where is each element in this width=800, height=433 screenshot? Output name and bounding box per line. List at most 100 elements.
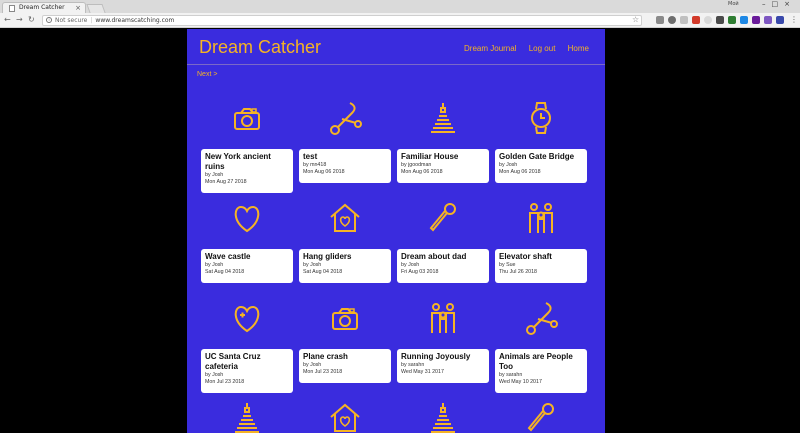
- dream-author: by jgoodman: [401, 162, 432, 168]
- dream-card-body[interactable]: Dream about dad by Josh Fri Aug 03 2018: [397, 249, 489, 283]
- microphone-icon[interactable]: [424, 199, 462, 237]
- nav-log-out[interactable]: Log out: [529, 44, 556, 53]
- dream-title[interactable]: New York ancient ruins: [205, 152, 289, 172]
- page-content: Dream Catcher Dream Journal Log out Home…: [187, 29, 605, 433]
- extension-icon[interactable]: [716, 16, 724, 24]
- dream-card-body[interactable]: Hang gliders by Josh Sat Aug 04 2018: [299, 249, 391, 283]
- extension-icon[interactable]: [728, 16, 736, 24]
- dream-card-body[interactable]: Golden Gate Bridge by Josh Mon Aug 06 2018: [495, 149, 587, 183]
- browser-menu-icon[interactable]: ⋮: [790, 15, 798, 24]
- dream-title[interactable]: Elevator shaft: [499, 252, 583, 262]
- pyramid-icon[interactable]: [424, 99, 462, 137]
- camera-icon[interactable]: [326, 299, 364, 337]
- site-nav: Dream Journal Log out Home: [454, 44, 589, 53]
- info-icon[interactable]: i: [46, 17, 52, 23]
- dream-date: Mon Aug 06 2018: [303, 169, 345, 175]
- dream-title[interactable]: Hang gliders: [303, 252, 387, 262]
- scissors-icon[interactable]: [522, 299, 560, 337]
- forward-icon[interactable]: →: [16, 15, 23, 25]
- dream-date: Mon Aug 06 2018: [499, 169, 541, 175]
- dream-date: Wed May 31 2017: [401, 369, 444, 375]
- dream-card-body[interactable]: Animals are People Too by sarahn Wed May 1…: [495, 349, 587, 393]
- dream-title[interactable]: Familiar House: [401, 152, 485, 162]
- dream-title[interactable]: Plane crash: [303, 352, 387, 362]
- browser-tab[interactable]: Dream Catcher ×: [2, 2, 86, 13]
- reload-icon[interactable]: ↻: [28, 15, 35, 25]
- extension-icon[interactable]: [776, 16, 784, 24]
- close-tab-icon[interactable]: ×: [75, 3, 81, 13]
- browser-tab-bar: Dream Catcher × Мой –□×: [0, 0, 800, 13]
- dream-date: Sat Aug 04 2018: [303, 269, 343, 275]
- dream-card-body[interactable]: Wave castle by Josh Sat Aug 04 2018: [201, 249, 293, 283]
- dream-title[interactable]: Golden Gate Bridge: [499, 152, 583, 162]
- dream-date: Mon Aug 06 2018: [401, 169, 443, 175]
- dream-author: by Josh: [205, 172, 224, 178]
- dream-author: by mn418: [303, 162, 327, 168]
- nav-dream-journal[interactable]: Dream Journal: [464, 44, 516, 53]
- dream-author: by sarahn: [499, 372, 523, 378]
- dream-author: by Sue: [499, 262, 516, 268]
- dream-card-body[interactable]: New York ancient ruins by Josh Mon Aug 27 …: [201, 149, 293, 193]
- pyramid-icon[interactable]: [228, 399, 266, 433]
- extension-icon[interactable]: [680, 16, 688, 24]
- dream-title[interactable]: Running Joyously: [401, 352, 485, 362]
- site-header: Dream Catcher Dream Journal Log out Home: [187, 29, 605, 65]
- dream-author: by Josh: [303, 262, 322, 268]
- watch-icon[interactable]: [522, 99, 560, 137]
- dream-date: Wed May 10 2017: [499, 379, 542, 385]
- family-icon[interactable]: [424, 299, 462, 337]
- extension-icon[interactable]: [740, 16, 748, 24]
- dream-title[interactable]: Animals are People Too: [499, 352, 583, 372]
- house-heart-icon[interactable]: [326, 199, 364, 237]
- family-icon[interactable]: [522, 199, 560, 237]
- house-heart-icon[interactable]: [326, 399, 364, 433]
- next-page-link[interactable]: Next >: [197, 71, 217, 78]
- extension-icon[interactable]: [704, 16, 712, 24]
- tab-title: Dream Catcher: [19, 4, 65, 11]
- heart-icon[interactable]: [228, 199, 266, 237]
- dream-author: by Josh: [401, 262, 420, 268]
- scissors-icon[interactable]: [326, 99, 364, 137]
- dream-card-body[interactable]: Plane crash by Josh Mon Jul 23 2018: [299, 349, 391, 383]
- dream-card-body[interactable]: Familiar House by jgoodman Mon Aug 06 2018: [397, 149, 489, 183]
- extension-icon[interactable]: [668, 16, 676, 24]
- dream-card-body[interactable]: Elevator shaft by Sue Thu Jul 26 2018: [495, 249, 587, 283]
- new-tab-button[interactable]: [86, 4, 106, 13]
- pyramid-icon[interactable]: [424, 399, 462, 433]
- heart-plus-icon[interactable]: [228, 299, 266, 337]
- dream-author: by Josh: [303, 362, 322, 368]
- dream-card-body[interactable]: UC Santa Cruz cafeteria by Josh Mon Jul 23…: [201, 349, 293, 393]
- dream-card-body[interactable]: Running Joyously by sarahn Wed May 31 2017: [397, 349, 489, 383]
- dream-title[interactable]: test: [303, 152, 387, 162]
- dream-date: Fri Aug 03 2018: [401, 269, 439, 275]
- dream-author: by Josh: [205, 372, 224, 378]
- window-controls[interactable]: –□×: [762, 0, 796, 8]
- dream-title[interactable]: Dream about dad: [401, 252, 485, 262]
- dream-author: by Josh: [499, 162, 518, 168]
- extension-icon[interactable]: [692, 16, 700, 24]
- extension-icon[interactable]: [752, 16, 760, 24]
- dream-card-body[interactable]: test by mn418 Mon Aug 06 2018: [299, 149, 391, 183]
- page-favicon-icon: [9, 5, 15, 12]
- bookmark-star-icon[interactable]: ☆: [632, 15, 639, 24]
- dream-date: Mon Jul 23 2018: [205, 379, 245, 385]
- dream-date: Thu Jul 26 2018: [499, 269, 537, 275]
- dream-author: by Josh: [205, 262, 224, 268]
- dream-title[interactable]: Wave castle: [205, 252, 289, 262]
- dream-author: by sarahn: [401, 362, 425, 368]
- extension-icon[interactable]: [764, 16, 772, 24]
- camera-icon[interactable]: [228, 99, 266, 137]
- site-title[interactable]: Dream Catcher: [199, 37, 321, 58]
- browser-toolbar: ← → ↻ i Not secure | www.dreamscatching.co…: [0, 13, 800, 28]
- extension-icon[interactable]: [656, 16, 664, 24]
- dream-date: Mon Aug 27 2018: [205, 179, 247, 185]
- security-label: Not secure: [55, 17, 88, 24]
- nav-home[interactable]: Home: [568, 44, 589, 53]
- dream-title[interactable]: UC Santa Cruz cafeteria: [205, 352, 289, 372]
- microphone-icon[interactable]: [522, 399, 560, 433]
- profile-label[interactable]: Мой: [728, 1, 739, 7]
- back-icon[interactable]: ←: [4, 15, 11, 25]
- address-bar[interactable]: i Not secure | www.dreamscatching.com: [42, 15, 642, 26]
- dream-date: Sat Aug 04 2018: [205, 269, 245, 275]
- dream-date: Mon Jul 23 2018: [303, 369, 343, 375]
